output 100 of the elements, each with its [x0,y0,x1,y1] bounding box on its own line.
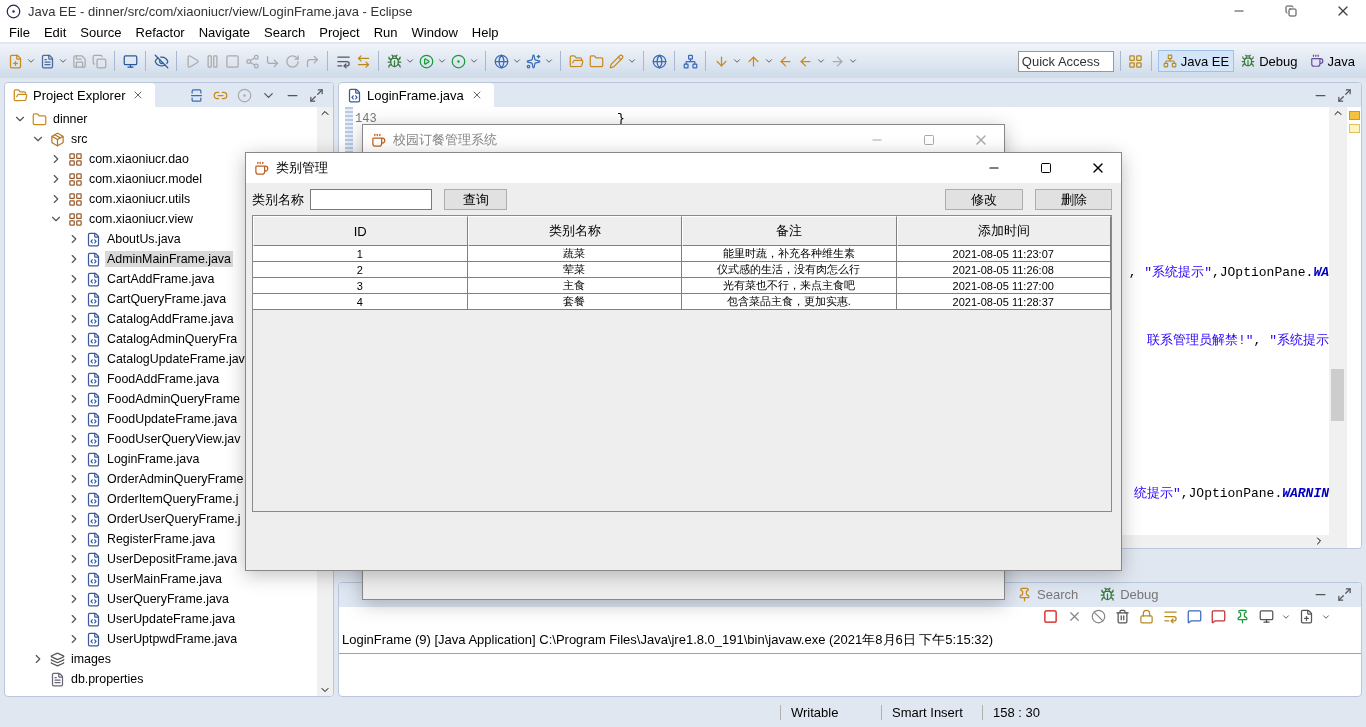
menu-item[interactable]: Refactor [128,24,192,40]
tree-item[interactable]: FoodUpdateFrame.java [105,411,240,427]
menu-item[interactable]: Window [404,24,465,40]
tree-item[interactable]: com.xiaoniucr.model [87,171,204,187]
monitor-icon[interactable] [121,52,139,70]
coffee-cup-icon [1309,54,1324,68]
run-icon[interactable] [417,52,435,70]
tree-item[interactable]: OrderAdminQueryFrame [105,471,246,487]
menu-item[interactable]: Navigate [191,24,257,40]
table-cell: 2021-08-05 11:23:07 [896,246,1111,262]
menu-item[interactable]: Source [73,24,129,40]
category-name-field[interactable] [310,189,432,210]
perspective-button[interactable]: Debug [1236,50,1303,72]
stop-icon[interactable] [1041,607,1059,626]
query-button[interactable]: 查询 [444,189,507,210]
tree-item[interactable]: db.properties [69,671,146,687]
tree-item[interactable]: UserDepositFrame.java [105,551,240,567]
tree-item[interactable]: src [69,131,90,147]
tree-item[interactable]: AdminMainFrame.java [105,251,233,267]
scrollbar[interactable] [1329,107,1346,548]
table-cell: 2021-08-05 11:27:00 [896,278,1111,294]
tree-item[interactable]: UserQueryFrame.java [105,591,231,607]
tree-item[interactable]: RegisterFrame.java [105,531,218,547]
pencil-icon[interactable] [607,52,625,70]
menu-item[interactable]: Edit [36,24,74,40]
menu-item[interactable]: Search [257,24,313,40]
restore-icon[interactable] [1285,5,1297,17]
caret-icon[interactable] [732,56,742,66]
status-item: Writable [780,704,881,720]
menu-item[interactable]: Help [464,24,506,40]
table-cell: 4 [253,294,468,310]
tree-item[interactable]: com.xiaoniucr.view [87,211,195,227]
panel-tab[interactable]: Debug [1120,587,1159,603]
tree-item[interactable]: OrderItemQueryFrame.j [105,491,241,507]
tree-item[interactable]: CartAddFrame.java [105,271,217,287]
window-title: 类别管理 [276,159,329,177]
column-header[interactable]: 添加时间 [896,216,1111,246]
tree-item[interactable]: CartQueryFrame.java [105,291,229,307]
window-title: Java EE - dinner/src/com/xiaoniucr/view/LoginFrame.java - Eclipse [28,3,414,19]
perspective-button[interactable]: Java [1304,50,1360,72]
project-folder-icon [30,110,48,128]
tree-item[interactable]: UserUpdateFrame.java [105,611,238,627]
panel-tab[interactable]: Search [1037,587,1079,603]
caret-icon[interactable] [627,56,637,66]
column-header[interactable]: 备注 [682,216,897,246]
column-header[interactable]: 类别名称 [467,216,682,246]
tree-item[interactable]: OrderUserQueryFrame.j [105,511,243,527]
tree-item[interactable]: dinner [51,111,90,127]
quick-access-field[interactable]: Quick Access [1017,50,1114,72]
tree-item[interactable]: com.xiaoniucr.dao [87,151,191,167]
tree-item[interactable]: AboutUs.java [105,231,183,247]
occurrence-marker[interactable] [1348,124,1360,133]
menu-item[interactable]: File [2,24,37,40]
caret-icon[interactable] [848,56,858,66]
edit-button[interactable]: 修改 [945,189,1023,210]
tree-item[interactable]: com.xiaoniucr.utils [87,191,193,207]
field-label: 类别名称 [252,190,304,209]
network-icon[interactable] [681,52,699,70]
table-cell: 2021-08-05 11:26:08 [896,262,1111,278]
tree-item[interactable]: CatalogAddFrame.java [105,311,236,327]
caret-icon[interactable] [58,56,68,66]
globe-icon[interactable] [492,52,510,70]
caret-icon[interactable] [544,56,554,66]
caret-icon[interactable] [816,56,826,66]
caret-icon[interactable] [469,56,479,66]
table-cell: 包含菜品主食，更加实惠. [682,294,897,310]
menu-item[interactable]: Run [366,24,405,40]
scrollbar-thumb[interactable] [1331,369,1344,421]
globe-icon[interactable] [650,52,668,70]
bug-icon[interactable] [385,52,403,70]
tree-item[interactable]: UserUptpwdFrame.java [105,631,240,647]
delete-button[interactable]: 删除 [1035,189,1112,210]
maximize-icon[interactable] [307,86,325,104]
tree-item[interactable]: FoodAddFrame.java [105,371,222,387]
column-header[interactable]: ID [253,216,468,246]
tree-item[interactable]: UserMainFrame.java [105,571,224,587]
bug-icon [1241,54,1256,68]
tree-item[interactable]: images [69,651,113,667]
caret-icon[interactable] [405,56,415,66]
console-output: LoginFrame (9) [Java Application] C:\Program Files\Java\jre1.8.0_191\bin\javaw.exe (2021年8月6日 下午5:15:32) [339,626,1361,654]
perspective-button[interactable]: Java EE [1157,50,1235,72]
caret-icon[interactable] [512,56,522,66]
tree-item[interactable]: CatalogAdminQueryFra [105,331,240,347]
tree-item[interactable]: FoodAdminQueryFrame [105,391,242,407]
table-cell: 光有菜也不行，来点主食吧 [682,278,897,294]
hierarchy-icon [1162,54,1177,68]
maximize-icon[interactable] [1040,162,1052,174]
tree-item[interactable]: CatalogUpdateFrame.jav [105,351,247,367]
tree-item[interactable]: LoginFrame.java [105,451,202,467]
caret-icon[interactable] [764,56,774,66]
code-line: 联系管理员解禁!", "系统提示 [1146,331,1329,348]
menu-item[interactable]: Project [312,24,367,40]
table-cell: 1 [253,246,468,262]
open-folder-icon[interactable] [567,52,585,70]
caret-icon[interactable] [26,56,36,66]
table-cell: 3 [253,278,468,294]
caret-icon[interactable] [437,56,447,66]
bug-icon [1098,585,1117,604]
warning-marker[interactable] [1348,111,1360,120]
tree-item[interactable]: FoodUserQueryView.jav [105,431,243,447]
